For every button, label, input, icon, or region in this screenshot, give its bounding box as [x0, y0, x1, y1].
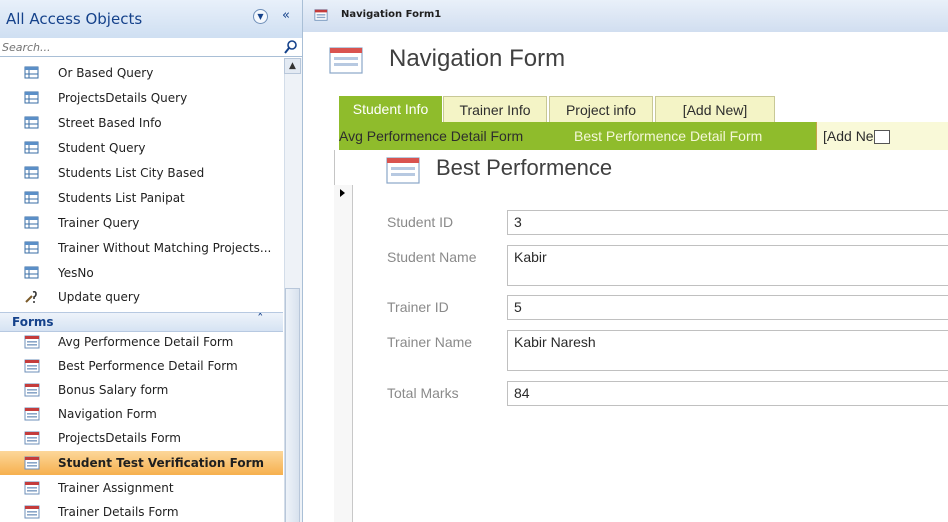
form-title: Navigation Form [389, 45, 566, 72]
list-item-query[interactable]: Student Query [0, 136, 283, 160]
query-icon [24, 190, 40, 206]
form-icon [24, 382, 40, 398]
navigation-pane-header[interactable]: All Access Objects ▼ « [0, 0, 302, 39]
list-item-label: YesNo [58, 266, 94, 280]
list-item-label: Update query [58, 290, 140, 304]
total-marks-label: Total Marks [387, 385, 459, 401]
list-item-form[interactable]: Avg Performence Detail Form [0, 330, 283, 354]
list-item-form[interactable]: Navigation Form [0, 402, 283, 426]
tab-student-info[interactable]: Student Info [339, 96, 442, 122]
list-item-query[interactable]: Update query [0, 285, 283, 309]
form-icon [24, 504, 40, 520]
list-item-label: ProjectsDetails Query [58, 91, 188, 105]
list-item-label: Trainer Without Matching Projects... [58, 241, 272, 255]
list-item-label: Best Performence Detail Form [58, 359, 238, 373]
form-header: Navigation Form [303, 32, 948, 84]
forms-group-header[interactable]: Forms ˆ [0, 312, 283, 332]
tab-project-info[interactable]: Project info [549, 96, 653, 122]
query-icon [24, 215, 40, 231]
trainer-id-field[interactable]: 5 [507, 295, 948, 320]
list-item-query[interactable]: YesNo [0, 261, 283, 285]
query-icon [24, 140, 40, 156]
tab-add-new[interactable]: [Add New] [655, 96, 775, 122]
navigation-pane-title: All Access Objects [6, 10, 143, 28]
list-item-label: ProjectsDetails Form [58, 431, 181, 445]
list-item-label: Or Based Query [58, 66, 154, 80]
scroll-up-arrow-icon[interactable]: ▲ [284, 58, 301, 74]
top-navigation-tabs: Student Info Trainer Info Project info [… [339, 96, 948, 122]
main-document-area: Navigation Form1 Navigation Form Student… [303, 0, 948, 522]
list-item-query[interactable]: Or Based Query [0, 61, 283, 85]
list-item-form[interactable]: Bonus Salary form [0, 378, 283, 402]
list-item-label: Navigation Form [58, 407, 157, 421]
list-item-query[interactable]: Trainer Without Matching Projects... [0, 236, 283, 260]
document-tab-label: Navigation Form1 [341, 9, 442, 20]
query-icon [24, 240, 40, 256]
current-record-arrow-icon [340, 189, 345, 197]
form-icon [24, 358, 40, 374]
query-icon [24, 115, 40, 131]
student-name-label: Student Name [387, 249, 477, 265]
list-item-label: Students List City Based [58, 166, 205, 180]
navigation-pane: All Access Objects ▼ « Or Based Query Pr… [0, 0, 303, 522]
sub-navigation-tabs: Avg Performence Detail Form Best Perform… [339, 122, 948, 150]
trainer-name-field[interactable]: Kabir Naresh [507, 330, 948, 371]
list-item-label: Bonus Salary form [58, 383, 169, 397]
form-logo-icon [329, 47, 363, 74]
list-item-query[interactable]: Students List City Based [0, 161, 283, 185]
list-item-form[interactable]: Trainer Assignment [0, 476, 283, 500]
query-icon [24, 265, 40, 281]
tab-add-new-sub-label: [Add Ne [823, 128, 874, 144]
student-id-label: Student ID [387, 214, 454, 230]
query-icon [24, 65, 40, 81]
list-item-label: Street Based Info [58, 116, 162, 130]
document-tab[interactable]: Navigation Form1 [303, 0, 948, 33]
list-item-label: Students List Panipat [58, 191, 185, 205]
tab-trainer-info[interactable]: Trainer Info [443, 96, 547, 122]
list-item-form[interactable]: Best Performence Detail Form [0, 354, 283, 378]
list-item-form-selected[interactable]: Student Test Verification Form [0, 451, 283, 475]
form-icon [24, 430, 40, 446]
list-item-label: Student Query [58, 141, 146, 155]
search-input[interactable] [2, 39, 272, 55]
collapse-up-icon[interactable]: ˆ [257, 313, 264, 328]
list-item-label: Trainer Assignment [58, 481, 174, 495]
list-item-query[interactable]: Students List Panipat [0, 186, 283, 210]
chevron-down-icon[interactable]: ▼ [253, 9, 268, 24]
list-item-label: Trainer Query [58, 216, 140, 230]
forms-group-label: Forms [12, 315, 54, 329]
form-icon [24, 455, 40, 471]
form-icon [313, 8, 329, 22]
search-box [0, 38, 302, 57]
update-query-icon [25, 290, 37, 303]
student-name-field[interactable]: Kabir [507, 245, 948, 286]
list-item-query[interactable]: ProjectsDetails Query [0, 86, 283, 110]
list-item-query[interactable]: Trainer Query [0, 211, 283, 235]
list-item-query[interactable]: Street Based Info [0, 111, 283, 135]
record-selector[interactable] [334, 185, 353, 522]
subform-title: Best Performence [436, 155, 613, 180]
tab-avg-performence-detail-form[interactable]: Avg Performence Detail Form [339, 122, 523, 150]
total-marks-field[interactable]: 84 [507, 381, 948, 406]
tab-add-new-sub[interactable]: [Add Ne [816, 122, 948, 150]
trainer-id-label: Trainer ID [387, 299, 449, 315]
list-item-label: Trainer Details Form [58, 505, 179, 519]
form-logo-icon [386, 157, 420, 184]
list-item-form[interactable]: Trainer Details Form [0, 500, 283, 522]
form-icon [24, 334, 40, 350]
tab-best-performence-detail-form[interactable]: Best Performence Detail Form [574, 122, 762, 150]
search-icon[interactable] [283, 39, 299, 55]
query-icon [24, 90, 40, 106]
list-item-form[interactable]: ProjectsDetails Form [0, 426, 283, 450]
student-id-field[interactable]: 3 [507, 210, 948, 235]
form-icon [24, 480, 40, 496]
list-item-label: Student Test Verification Form [58, 456, 264, 470]
scrollbar-thumb[interactable] [285, 288, 300, 522]
shutter-bar-close-icon[interactable]: « [282, 8, 290, 23]
query-icon [24, 165, 40, 181]
list-item-label: Avg Performence Detail Form [58, 335, 234, 349]
form-icon [24, 406, 40, 422]
trainer-name-label: Trainer Name [387, 334, 473, 350]
form-view-icon [873, 130, 890, 145]
